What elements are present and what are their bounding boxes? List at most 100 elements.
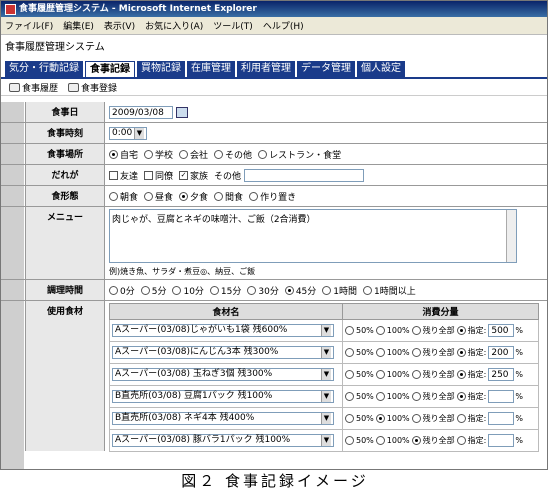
cooktime-option[interactable]: 30分: [247, 284, 279, 297]
amount-option[interactable]: 指定:: [456, 369, 486, 380]
amount-option[interactable]: 残り全部: [411, 413, 455, 424]
amount-option[interactable]: 100%: [375, 392, 410, 401]
type-breakfast[interactable]: 朝食: [109, 190, 138, 203]
amount-input[interactable]: [488, 390, 515, 403]
place-home[interactable]: 自宅: [109, 148, 138, 161]
calendar-icon[interactable]: [176, 106, 188, 118]
amount-option[interactable]: 100%: [375, 370, 410, 379]
amount-input[interactable]: [488, 412, 515, 425]
type-prep[interactable]: 作り置き: [249, 190, 296, 203]
radio-icon: [109, 149, 118, 159]
option-label: 指定:: [467, 392, 487, 401]
ingredient-row: B直売所(03/08) ネギ4本 残400% ▼ 50% 100% 残り全部 指定:%: [109, 407, 539, 430]
ingredient-row: Aスーパー(03/08)にんじん3本 残300% ▼ 50% 100% 残り全部 指定: 2…: [109, 341, 539, 364]
date-input[interactable]: 2009/03/08: [109, 105, 173, 119]
cooktime-option[interactable]: 10分: [172, 284, 204, 297]
ingredient-row: Aスーパー(03/08) 豚バラ1パック 残100% ▼ 50% 100% 残り全部 指定…: [109, 429, 539, 452]
ingredient-name: Aスーパー(03/08)じゃがいも1袋 残600%: [115, 325, 288, 335]
menu-view[interactable]: 表示(V): [104, 19, 135, 32]
tab-inventory[interactable]: 在庫管理: [187, 61, 235, 77]
ingredient-select[interactable]: Aスーパー(03/08)にんじん3本 残300% ▼: [112, 346, 334, 359]
cooktime-option[interactable]: 1時間: [322, 284, 357, 297]
ingredient-select[interactable]: B直売所(03/08) ネギ4本 残400% ▼: [112, 412, 334, 425]
radio-icon: [456, 436, 466, 445]
chevron-down-icon: ▼: [321, 435, 331, 446]
type-lunch[interactable]: 昼食: [144, 190, 173, 203]
amount-input[interactable]: [488, 434, 515, 447]
tab-personal-settings[interactable]: 個人設定: [357, 61, 405, 77]
place-restaurant[interactable]: レストラン・食堂: [258, 148, 341, 161]
amount-option[interactable]: 100%: [375, 414, 410, 423]
cooktime-option[interactable]: 45分: [284, 284, 316, 297]
ingredient-select[interactable]: Aスーパー(03/08)じゃがいも1袋 残600% ▼: [112, 324, 334, 337]
menu-help[interactable]: ヘルプ(H): [263, 19, 304, 32]
menu-favorites[interactable]: お気に入り(A): [145, 19, 203, 32]
option-label: 30分: [258, 286, 279, 297]
tab-user-admin[interactable]: 利用者管理: [237, 61, 295, 77]
time-select[interactable]: 0:00 ▼: [109, 126, 147, 140]
ingredient-cell: Aスーパー(03/08) 豚バラ1パック 残100% ▼: [109, 429, 343, 452]
amount-option[interactable]: 残り全部: [411, 369, 455, 380]
tab-meal-log[interactable]: 食事記録: [85, 61, 135, 77]
amount-option[interactable]: 指定:: [456, 413, 486, 424]
who-other-input[interactable]: [244, 168, 365, 182]
option-label: 昼食: [155, 192, 174, 203]
cooktime-option[interactable]: 0分: [109, 284, 135, 297]
ingredient-select[interactable]: B直売所(03/08) 豆腐1パック 残100% ▼: [112, 390, 334, 403]
amount-option[interactable]: 50%: [345, 436, 374, 445]
radio-icon: [345, 392, 354, 401]
meal-history-link[interactable]: 食事履歴: [9, 81, 58, 94]
amount-option[interactable]: 50%: [345, 392, 374, 401]
option-label: 残り全部: [422, 326, 455, 335]
ingredients-label: 使用食材: [25, 301, 105, 451]
amount-option[interactable]: 指定:: [456, 435, 486, 446]
tab-shopping-log[interactable]: 買物記録: [137, 61, 185, 77]
amount-option[interactable]: 残り全部: [411, 347, 455, 358]
option-label: 50%: [356, 326, 374, 335]
cooktime-option[interactable]: 1時間以上: [363, 284, 416, 297]
amount-option[interactable]: 指定:: [456, 391, 487, 402]
amount-option[interactable]: 100%: [375, 348, 410, 357]
amount-option[interactable]: 残り全部: [411, 325, 455, 336]
type-snack[interactable]: 間食: [214, 190, 243, 203]
menu-textarea[interactable]: 肉じゃが、豆腐とネギの味噌汁、ご飯（2合消費）: [109, 209, 517, 263]
tab-mood-log[interactable]: 気分・行動記録: [5, 61, 83, 77]
amount-option[interactable]: 50%: [345, 414, 374, 423]
amount-option[interactable]: 指定:: [456, 347, 486, 358]
who-colleague[interactable]: 同僚: [144, 169, 173, 182]
amount-option[interactable]: 指定:: [456, 325, 486, 336]
unit-label: %: [515, 370, 523, 379]
who-family[interactable]: ✓ 家族: [179, 169, 208, 182]
tab-data-admin[interactable]: データ管理: [297, 61, 355, 77]
amount-input[interactable]: 200: [488, 346, 515, 359]
place-other[interactable]: その他: [214, 148, 252, 161]
amount-input[interactable]: 250: [488, 368, 515, 381]
radio-icon: [144, 149, 154, 159]
menu-edit[interactable]: 編集(E): [63, 19, 94, 32]
amount-input[interactable]: 500: [488, 324, 515, 337]
scrollbar[interactable]: [506, 210, 516, 262]
who-friend[interactable]: 友達: [109, 169, 138, 182]
cooktime-option[interactable]: 5分: [140, 284, 166, 297]
menu-tools[interactable]: ツール(T): [213, 19, 253, 32]
menu-file[interactable]: ファイル(F): [5, 19, 53, 32]
amount-option[interactable]: 50%: [345, 370, 374, 379]
type-dinner[interactable]: 夕食: [179, 190, 208, 203]
amount-option[interactable]: 100%: [375, 436, 410, 445]
ingredient-row: Aスーパー(03/08)じゃがいも1袋 残600% ▼ 50% 100% 残り全部 指定:…: [109, 319, 539, 342]
ingredient-select[interactable]: Aスーパー(03/08) 豚バラ1パック 残100% ▼: [112, 434, 334, 447]
ingredient-select[interactable]: Aスーパー(03/08) 玉ねぎ3個 残300% ▼: [112, 368, 334, 381]
amount-option[interactable]: 100%: [375, 326, 410, 335]
row-place: 食事場所 自宅 学校 会社 その他 レストラン・食堂: [1, 144, 547, 165]
amount-option[interactable]: 残り全部: [411, 391, 455, 402]
place-school[interactable]: 学校: [144, 148, 173, 161]
amount-option[interactable]: 残り全部: [411, 435, 455, 446]
amount-option[interactable]: 50%: [345, 348, 374, 357]
row-date: 食事日 2009/03/08: [1, 102, 547, 123]
row-who: だれが 友達 同僚 ✓ 家族 その他: [1, 165, 547, 186]
cooktime-option[interactable]: 15分: [209, 284, 241, 297]
place-office[interactable]: 会社: [179, 148, 208, 161]
amount-option[interactable]: 50%: [345, 326, 374, 335]
meal-register-link[interactable]: 食事登録: [68, 81, 117, 94]
radio-icon: [363, 285, 373, 295]
